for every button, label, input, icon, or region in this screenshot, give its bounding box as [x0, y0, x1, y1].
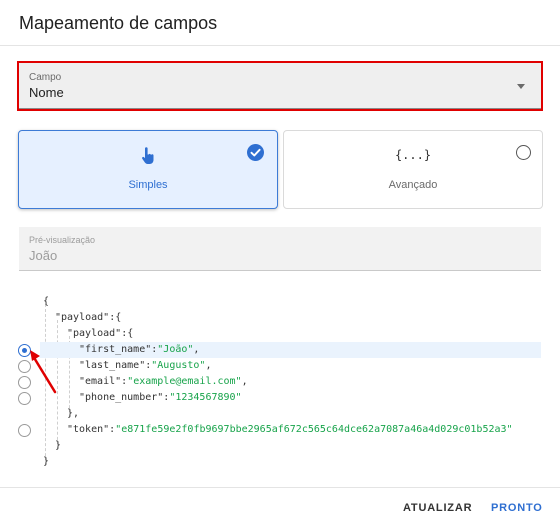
preview-field: Pré-visualização João — [19, 227, 541, 271]
json-line: } — [55, 440, 62, 451]
json-line: "payload":{ — [55, 312, 122, 323]
json-line[interactable]: "email":"example@email.com", — [79, 374, 248, 390]
dialog-title: Mapeamento de campos — [19, 13, 218, 33]
mode-simple-label: Simples — [128, 179, 168, 191]
selected-check-icon — [247, 144, 264, 161]
field-select-highlight: Campo Nome — [17, 61, 543, 111]
update-button[interactable]: ATUALIZAR — [403, 502, 472, 514]
annotation-arrow-icon — [30, 350, 57, 394]
field-select-value: Nome — [29, 85, 64, 100]
footer-divider — [0, 487, 560, 488]
field-mapping-dialog: Mapeamento de campos Campo Nome Simples … — [0, 0, 560, 527]
preview-label: Pré-visualização — [29, 235, 96, 245]
field-radio-token[interactable] — [18, 424, 31, 437]
json-line: }, — [67, 408, 80, 419]
pointer-hand-icon — [19, 147, 277, 170]
json-line: } — [43, 456, 50, 467]
done-button[interactable]: PRONTO — [491, 502, 543, 514]
chevron-down-icon[interactable] — [517, 84, 525, 89]
json-line[interactable]: "token":"e871fe59e2f0fb9697bbe2965af672c… — [67, 422, 513, 438]
code-braces-icon: {...} — [394, 148, 432, 162]
json-line: "payload":{ — [67, 328, 134, 339]
json-line[interactable]: "phone_number":"1234567890" — [79, 390, 242, 406]
field-select[interactable]: Campo Nome — [19, 63, 541, 109]
mode-card-simple[interactable]: Simples — [18, 130, 278, 209]
mode-advanced-label: Avançado — [388, 179, 438, 191]
mode-card-advanced[interactable]: {...} Avançado — [283, 130, 543, 209]
header-divider — [0, 45, 560, 46]
json-line[interactable]: "last_name":"Augusto", — [79, 358, 211, 374]
preview-value: João — [29, 248, 58, 263]
json-line-selected[interactable]: "first_name":"João", — [40, 342, 541, 358]
json-line: { — [43, 296, 50, 307]
field-select-label: Campo — [29, 72, 62, 83]
mode-advanced-radio[interactable] — [516, 145, 531, 160]
